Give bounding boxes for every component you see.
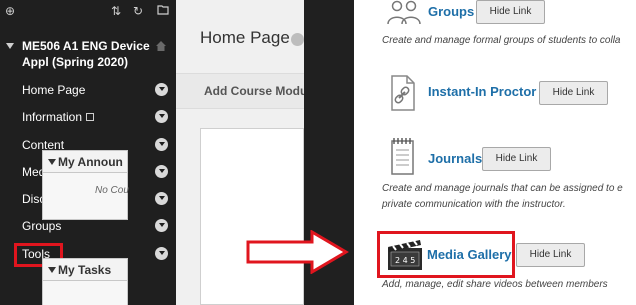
- sidebar-item-label: Home Page: [22, 83, 86, 97]
- page-options-chevron-icon[interactable]: [291, 33, 304, 46]
- collapse-caret-icon[interactable]: [6, 43, 14, 49]
- sidebar-toolbar: ⊕ ⇅ ↻: [0, 0, 176, 26]
- content-marker-icon: [86, 112, 95, 121]
- notebook-icon: [391, 138, 414, 175]
- module-area: [200, 128, 304, 305]
- chevron-down-icon[interactable]: [155, 138, 168, 151]
- sidebar-item-label: Information: [22, 110, 83, 124]
- tool-description: Add, manage, edit share videos between m…: [382, 279, 608, 290]
- tool-description-continued: private communication with the instructo…: [382, 199, 566, 210]
- tool-link-instant-in-proctor[interactable]: Instant-In Proctor: [428, 84, 536, 99]
- add-course-module-button[interactable]: Add Course Modul: [204, 84, 304, 98]
- people-icon: [387, 0, 421, 25]
- module-header[interactable]: My Tasks: [43, 259, 127, 281]
- module-title: My Announ: [58, 155, 123, 169]
- home-icon[interactable]: [155, 40, 167, 52]
- tool-description: Create and manage journals that can be a…: [382, 183, 623, 194]
- red-arrow-icon: [246, 230, 349, 274]
- chevron-down-icon[interactable]: [155, 192, 168, 205]
- course-title[interactable]: ME506 A1 ENG Device Appl (Spring 2020): [22, 38, 152, 70]
- hide-link-button[interactable]: Hide Link: [539, 81, 608, 105]
- sort-icon[interactable]: ⇅: [111, 4, 121, 18]
- sidebar-item-home-page[interactable]: Home Page: [0, 79, 176, 101]
- hide-link-button[interactable]: Hide Link: [482, 147, 551, 171]
- collapse-caret-icon[interactable]: [48, 267, 56, 273]
- chevron-down-icon[interactable]: [155, 110, 168, 123]
- sidebar-item-label: Groups: [22, 219, 62, 233]
- collapse-caret-icon[interactable]: [48, 159, 56, 165]
- tool-link-groups[interactable]: Groups: [428, 4, 474, 19]
- chevron-down-icon[interactable]: [155, 219, 168, 232]
- chevron-down-icon[interactable]: [155, 247, 168, 260]
- hide-link-button[interactable]: Hide Link: [476, 0, 545, 24]
- announcements-module: My Announ No Cou: [42, 150, 129, 220]
- hide-link-button[interactable]: Hide Link: [516, 243, 585, 267]
- chevron-down-icon[interactable]: [155, 165, 168, 178]
- module-title: My Tasks: [58, 263, 112, 277]
- media-gallery-highlight-box: [377, 231, 515, 278]
- folder-icon[interactable]: [157, 4, 169, 18]
- refresh-icon[interactable]: ↻: [133, 4, 143, 18]
- sidebar-item-information[interactable]: Information: [0, 106, 176, 128]
- module-body-text: No Cou: [95, 185, 129, 196]
- page-title: Home Page: [200, 28, 290, 47]
- tools-list: Groups Hide Link Create and manage forma…: [354, 0, 636, 305]
- tool-description: Create and manage formal groups of stude…: [382, 35, 621, 46]
- add-icon[interactable]: ⊕: [5, 4, 15, 18]
- tasks-module: My Tasks: [42, 258, 128, 305]
- module-header[interactable]: My Announ: [43, 151, 127, 173]
- document-link-icon: [391, 75, 415, 111]
- chevron-down-icon[interactable]: [155, 83, 168, 96]
- tool-link-journals[interactable]: Journals: [428, 151, 482, 166]
